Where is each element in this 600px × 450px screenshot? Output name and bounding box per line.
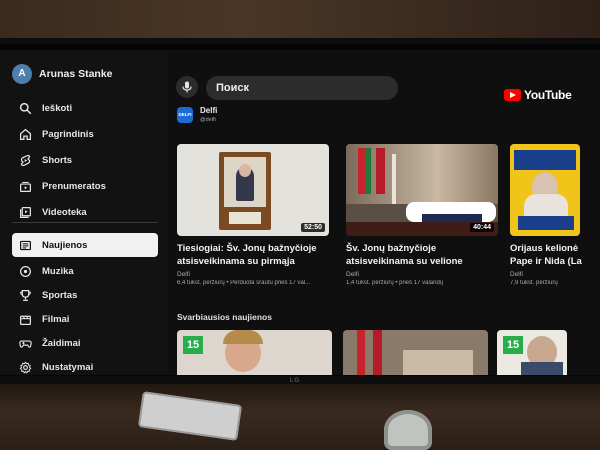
mic-icon bbox=[182, 81, 192, 93]
library-icon bbox=[18, 205, 32, 219]
sidebar-item-settings[interactable]: Nustatymai bbox=[12, 356, 158, 375]
video-card[interactable]: Orijaus kelionė Pape ir Nida (La Delfi 7… bbox=[510, 144, 600, 286]
portrait-frame bbox=[219, 152, 271, 230]
sidebar-item-label: Filmai bbox=[42, 313, 70, 325]
sidebar-item-label: Muzika bbox=[42, 265, 74, 277]
search-icon bbox=[18, 101, 32, 115]
youtube-logo: YouTube bbox=[504, 88, 572, 102]
sidebar-item-home[interactable]: Pagrindinis bbox=[12, 123, 158, 145]
video-thumbnail[interactable]: 15 bbox=[497, 330, 567, 375]
channel-logo: DELFI bbox=[177, 106, 193, 123]
sidebar-item-library[interactable]: Videoteka bbox=[12, 201, 158, 223]
video-card[interactable]: 52:50 Tiesiogiai: Šv. Jonų bažnyčioje at… bbox=[177, 144, 333, 286]
subscriptions-icon bbox=[18, 179, 32, 193]
channel-badge: 15 bbox=[183, 336, 203, 354]
desk bbox=[0, 380, 600, 450]
youtube-wordmark: YouTube bbox=[524, 88, 572, 102]
voice-search-button[interactable] bbox=[176, 76, 198, 98]
video-thumbnail[interactable] bbox=[343, 330, 488, 375]
sidebar-item-label: Naujienos bbox=[42, 239, 88, 251]
sidebar-item-music[interactable]: Muzika bbox=[12, 260, 158, 282]
search-input[interactable] bbox=[206, 76, 398, 100]
sidebar-item-sports[interactable]: Sportas bbox=[12, 284, 158, 306]
flag bbox=[376, 148, 385, 194]
alarm-clock bbox=[384, 410, 432, 450]
sidebar-divider bbox=[12, 222, 158, 223]
tv-frame: A Arunas Stanke Ieškoti Pagrindinis Shor… bbox=[0, 38, 600, 384]
sidebar-item-subscriptions[interactable]: Prenumeratos bbox=[12, 175, 158, 197]
sidebar-item-label: Nustatymai bbox=[42, 361, 94, 373]
flag bbox=[366, 148, 371, 194]
sidebar-item-label: Žaidimai bbox=[42, 337, 81, 349]
home-icon bbox=[18, 127, 32, 141]
channel-badge: 15 bbox=[503, 336, 523, 354]
video-channel: Delfi bbox=[177, 271, 191, 278]
sidebar-item-label: Ieškoti bbox=[42, 102, 73, 114]
video-meta: 6,4 tūkst. peržiūrų • Perduota srautu pr… bbox=[177, 280, 311, 286]
video-thumbnail[interactable]: 15 bbox=[177, 330, 332, 375]
video-title: Šv. Jonų bažnyčioje atsisveikinama su ve… bbox=[346, 243, 463, 267]
video-title: Orijaus kelionė Pape ir Nida (La bbox=[510, 243, 582, 267]
sidebar-item-label: Videoteka bbox=[42, 206, 87, 218]
video-channel: Delfi bbox=[510, 271, 524, 278]
section-title: Svarbiausios naujienos bbox=[177, 312, 272, 322]
video-meta: 7,9 tūkst. peržiūrų bbox=[510, 280, 558, 286]
music-icon bbox=[18, 264, 32, 278]
sidebar-item-label: Pagrindinis bbox=[42, 128, 94, 140]
news-icon bbox=[18, 238, 32, 252]
video-thumbnail[interactable] bbox=[510, 144, 580, 236]
tv-brand-logo: LG bbox=[290, 378, 301, 384]
video-duration: 40:44 bbox=[470, 223, 494, 232]
video-duration: 52:50 bbox=[301, 223, 325, 232]
video-meta: 1,4 tūkst. peržiūrų • prieš 17 valandų bbox=[346, 280, 444, 286]
video-title: Tiesiogiai: Šv. Jonų bažnyčioje atsisvei… bbox=[177, 243, 317, 267]
sidebar-item-gaming[interactable]: Žaidimai bbox=[12, 332, 158, 354]
video-thumbnail[interactable]: 52:50 bbox=[177, 144, 329, 236]
trophy-icon bbox=[18, 288, 32, 302]
sidebar: A Arunas Stanke Ieškoti Pagrindinis Shor… bbox=[0, 50, 168, 375]
gaming-icon bbox=[18, 336, 32, 350]
video-thumbnail[interactable]: 40:44 bbox=[346, 144, 498, 236]
shorts-icon bbox=[18, 153, 32, 167]
sidebar-item-search[interactable]: Ieškoti bbox=[12, 97, 158, 119]
room-wall bbox=[0, 0, 600, 40]
avatar[interactable]: A bbox=[12, 64, 32, 84]
channel-name: Delfi bbox=[200, 106, 218, 115]
video-card[interactable]: 40:44 Šv. Jonų bažnyčioje atsisveikinama… bbox=[346, 144, 502, 286]
sidebar-item-label: Shorts bbox=[42, 154, 73, 166]
sidebar-item-label: Prenumeratos bbox=[42, 180, 106, 192]
profile-name: Arunas Stanke bbox=[39, 68, 113, 80]
youtube-play-icon bbox=[504, 89, 521, 101]
profile[interactable]: A Arunas Stanke bbox=[12, 64, 113, 84]
sidebar-item-shorts[interactable]: Shorts bbox=[12, 149, 158, 171]
channel-handle: @delfi bbox=[200, 117, 216, 123]
channel-header[interactable]: DELFI Delfi @delfi bbox=[177, 106, 217, 123]
sidebar-item-label: Sportas bbox=[42, 289, 78, 301]
film-icon bbox=[18, 312, 32, 326]
sidebar-item-films[interactable]: Filmai bbox=[12, 308, 158, 330]
flag bbox=[358, 148, 366, 194]
sidebar-item-news[interactable]: Naujienos bbox=[12, 233, 158, 257]
gear-icon bbox=[18, 360, 32, 374]
tv-screen: A Arunas Stanke Ieškoti Pagrindinis Shor… bbox=[0, 50, 600, 375]
video-channel: Delfi bbox=[346, 271, 360, 278]
